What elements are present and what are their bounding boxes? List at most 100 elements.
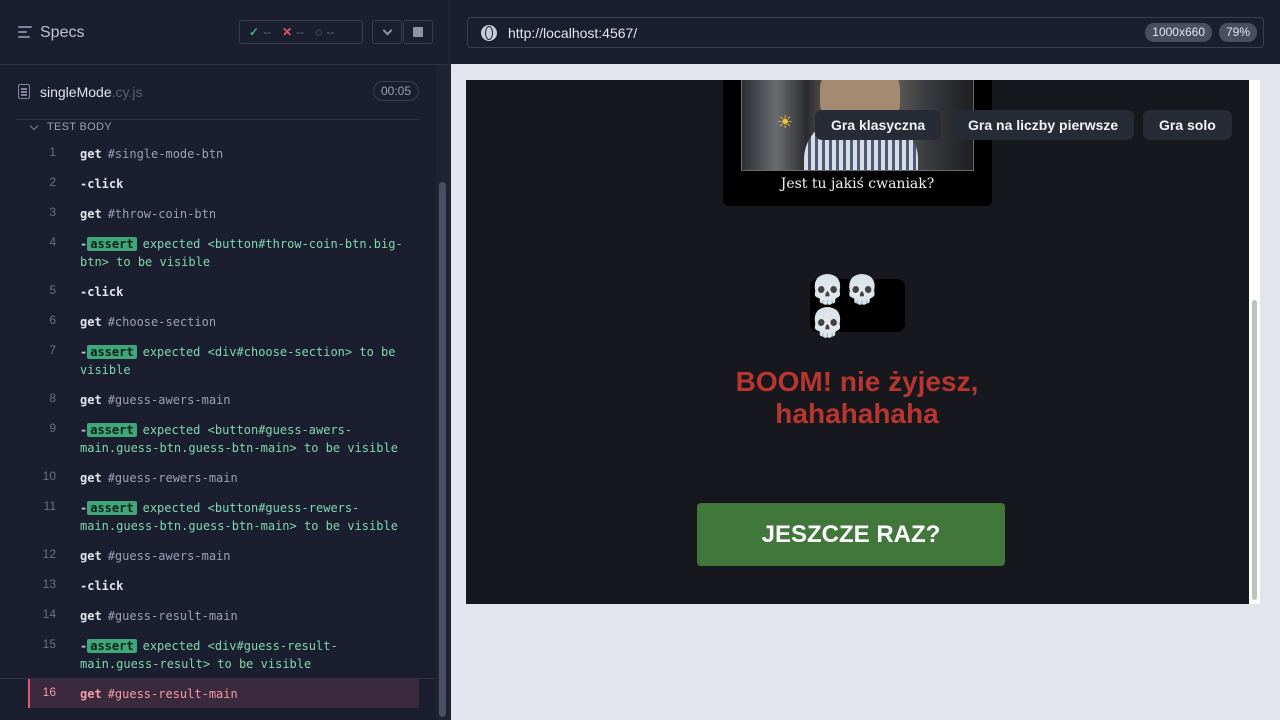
command-body: get #guess-awers-main [80,540,410,570]
test-stats: ✓ -- ✕ -- ◌ -- [239,20,363,44]
command-row[interactable]: 5 -click [16,276,419,306]
command-log: 1 get #single-mode-btn 2 -click 3 get #throw-co… [16,138,419,708]
passed-stat: ✓ -- [249,25,271,39]
assert-state: visible [260,657,312,671]
passed-count: -- [263,25,272,39]
command-name: get [80,471,102,485]
assert-to-be: to be [359,345,396,359]
command-row[interactable]: 11 - assert expected <button#guess-rewers-m… [16,492,419,540]
command-name: get [80,687,102,701]
prime-game-button[interactable]: Gra na liczby pierwsze [952,110,1135,140]
runner-panel: Specs ✓ -- ✕ -- ◌ -- singleMode.cy.js 00:05… [0,0,450,720]
stop-button[interactable] [403,20,433,44]
assert-badge: assert [87,639,137,653]
collapse-button[interactable] [372,20,402,44]
command-row[interactable]: 8 get #guess-awers-main [16,384,419,414]
guess-result-text: BOOM! nie żyjesz, hahahahaha [735,366,979,429]
meme-caption: Jest tu jakiś cwaniak? [780,176,935,192]
command-selector: #throw-coin-btn [107,207,217,221]
test-body-header[interactable]: TEST BODY [16,119,419,135]
command-row[interactable]: 14 get #guess-result-main [16,600,419,630]
spec-file-name: singleMode.cy.js [40,84,142,100]
skulls-image: 💀💀💀 [810,274,905,338]
assert-to-be: to be [303,441,341,455]
command-row[interactable]: 9- assert expected <button#guess-awers-mai… [16,414,419,462]
command-body: get #guess-result-main [80,600,410,630]
command-body: get #guess-result-main [80,678,410,708]
command-row[interactable]: 2 -click [16,168,419,198]
stop-icon [413,27,423,37]
file-extension: .cy.js [111,84,143,100]
assert-state: visible [347,519,398,533]
specs-header: Specs ✓ -- ✕ -- ◌ -- [0,0,450,65]
command-row[interactable]: 16 get #guess-result-main [28,678,419,708]
command-number: 13 [42,577,56,591]
command-name: -click [80,285,124,299]
command-body: get #choose-section [80,306,410,336]
scrollbar-thumb[interactable] [439,182,446,717]
check-icon: ✓ [249,25,260,39]
command-name: -click [80,177,124,191]
command-row[interactable]: 15 - assert expected <div#guess-result-main… [16,630,419,678]
command-number: 2 [49,175,56,189]
divider [0,678,435,679]
command-number: 9 [49,421,56,435]
assert-state: visible [80,363,131,377]
command-selector: #guess-awers-main [107,393,231,407]
command-row[interactable]: 7- assert expected <div#choose-section> to… [16,336,419,384]
command-number: 3 [49,205,56,219]
browser-header: http://localhost:4567/ 1000x660 79% [451,0,1280,64]
command-body: - assert expected <div#guess-result-main.g… [80,630,410,678]
globe-icon [481,25,497,41]
command-row[interactable]: 3 get #throw-coin-btn [16,198,419,228]
command-row[interactable]: 10 get #guess-rewers-main [16,462,419,492]
assert-expected: expected [142,501,201,515]
command-name: get [80,147,102,161]
url-text: http://localhost:4567/ [508,25,638,41]
command-body: get #throw-coin-btn [80,198,410,228]
command-selector: #single-mode-btn [107,147,224,161]
command-body: get #guess-rewers-main [80,462,410,492]
command-number: 4 [49,235,56,249]
command-number: 12 [42,547,56,561]
command-row[interactable]: 12 get #guess-awers-main [16,540,419,570]
classic-game-button[interactable]: Gra klasyczna [815,110,942,140]
assert-to-be: to be [217,657,254,671]
command-number: 5 [49,283,56,297]
assert-badge: assert [87,237,137,251]
command-row[interactable]: 1 get #single-mode-btn [16,138,419,168]
url-bar[interactable]: http://localhost:4567/ 1000x660 79% [467,17,1264,48]
assert-to-be: to be [303,519,341,533]
sun-icon[interactable]: ☀ [777,112,793,133]
command-row[interactable]: 4- assert expected <button#throw-coin-btn.… [16,228,419,276]
specs-title[interactable]: Specs [40,24,84,42]
command-number: 14 [42,607,56,621]
assert-expected: expected [142,345,201,359]
command-body: - assert expected <button#guess-rewers-mai… [80,492,410,540]
aut-scrollbar-thumb[interactable] [1252,300,1257,600]
command-body: get #guess-awers-main [80,384,410,414]
command-row[interactable]: 6 get #choose-section [16,306,419,336]
assert-badge: assert [87,423,137,437]
spec-file-row: singleMode.cy.js 00:05 [16,76,419,108]
failed-stat: ✕ -- [282,25,304,39]
chevron-down-icon [29,121,39,131]
command-number: 15 [42,637,56,651]
command-body: - assert expected <div#choose-section> to … [80,336,410,384]
command-name: get [80,393,102,407]
solo-game-button[interactable]: Gra solo [1143,110,1232,140]
failed-count: -- [296,25,305,39]
specs-list-icon[interactable] [18,26,32,38]
assert-state: visible [347,441,398,455]
command-row[interactable]: 13 -click [16,570,419,600]
command-number: 11 [43,499,56,513]
play-again-button[interactable]: JESZCZE RAZ? [697,503,1005,566]
command-name: -click [80,579,124,593]
aut-scrollbar-track[interactable] [1249,80,1260,604]
command-number: 6 [49,313,56,327]
command-selector: #guess-result-main [107,687,238,701]
command-body: -click [80,168,410,198]
pending-count: -- [326,25,335,39]
aut-panel: http://localhost:4567/ 1000x660 79% Jest… [451,0,1280,720]
command-number: 16 [42,685,56,699]
